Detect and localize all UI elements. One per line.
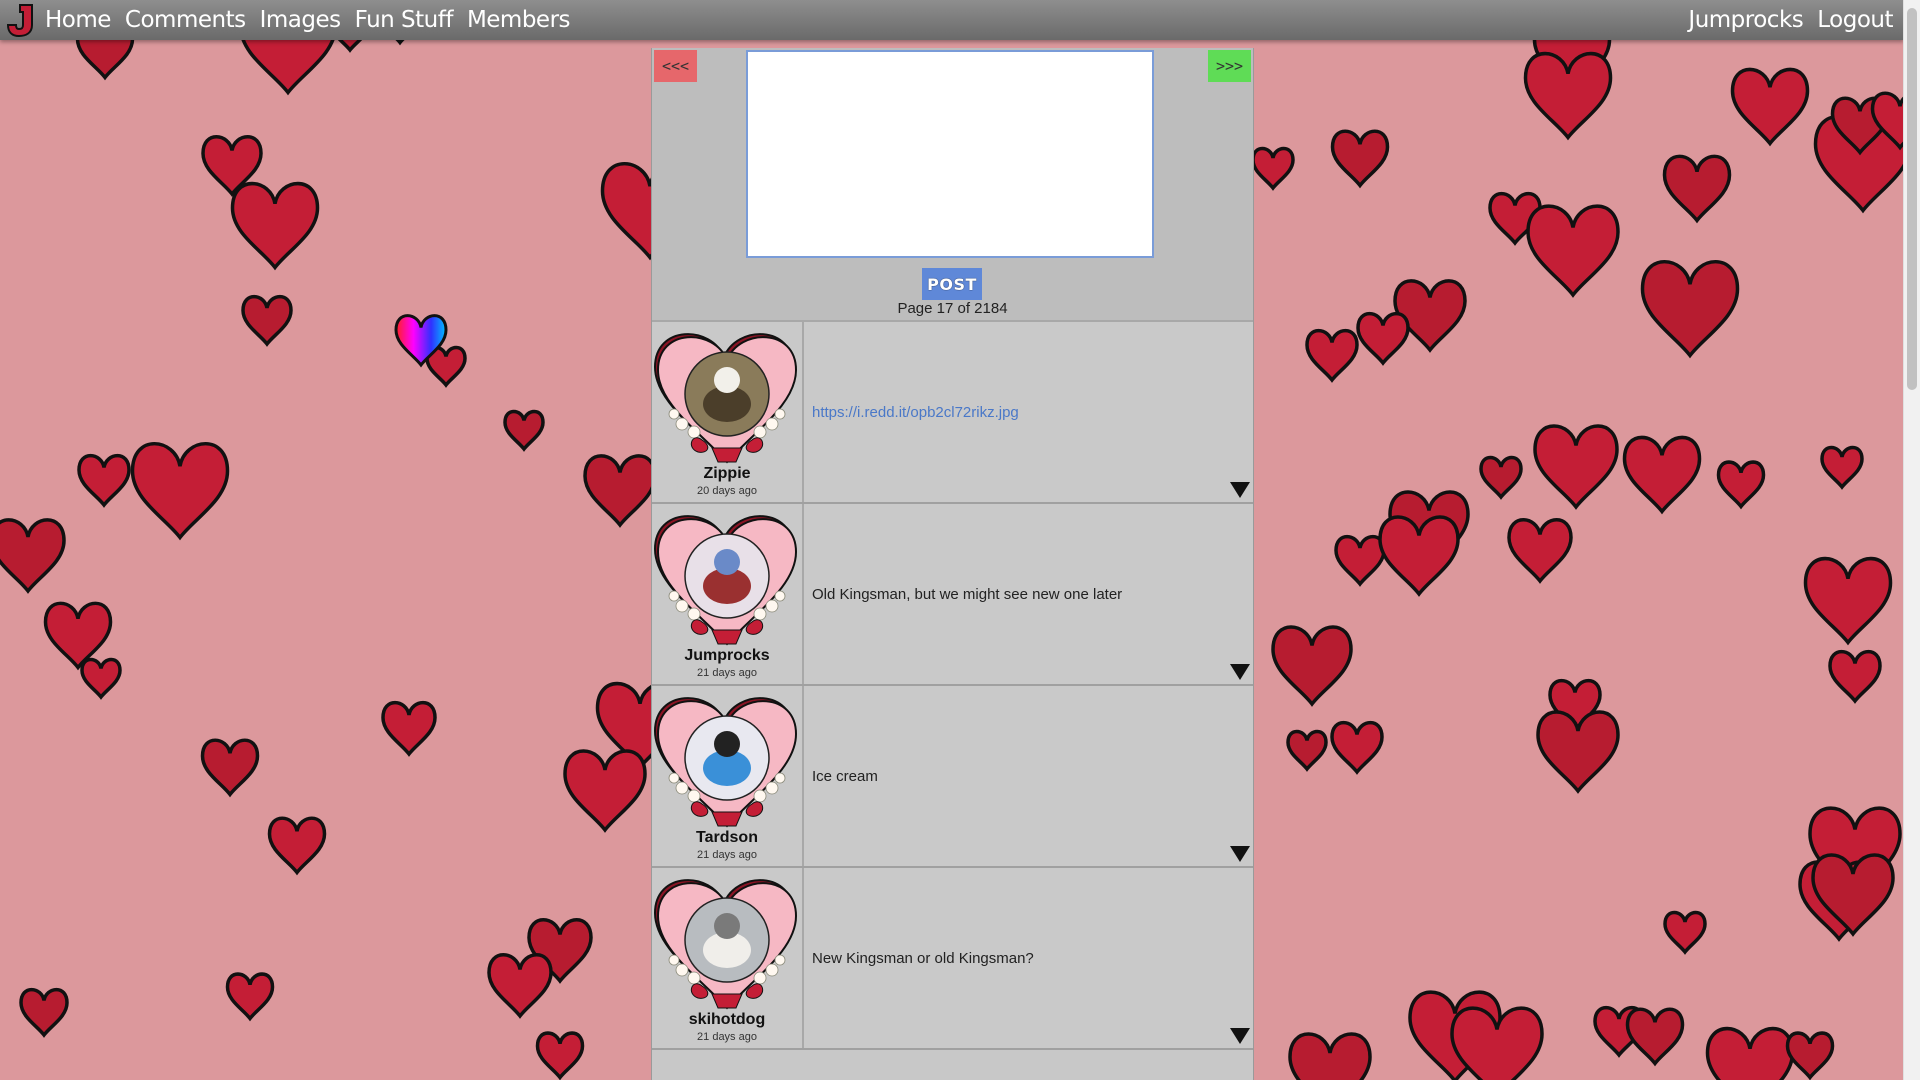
background-heart: [1643, 262, 1738, 356]
comment-composer: <<< >>> POST Page 17 of 2184: [652, 48, 1253, 322]
background-heart: [383, 703, 435, 754]
background-heart: [243, 297, 291, 344]
background-heart: [1708, 1029, 1793, 1080]
expand-arrow-icon[interactable]: [1230, 1028, 1250, 1044]
comment-author-cell: Tardson 21 days ago: [652, 686, 804, 866]
background-heart: [228, 974, 273, 1018]
background-heart: [1625, 437, 1700, 511]
background-heart: [1830, 652, 1880, 701]
comment-body: https://i.redd.it/opb2cl72rikz.jpg: [804, 322, 1253, 502]
background-heart: [1358, 314, 1408, 363]
comment-author-cell: Zippie 20 days ago: [652, 322, 804, 502]
heart-avatar-frame[interactable]: [652, 874, 802, 1014]
j-logo-icon: [6, 4, 33, 37]
background-heart: [1665, 913, 1705, 953]
background-heart: [1822, 448, 1862, 488]
background-heart: [505, 411, 543, 449]
comment-row: Zippie 20 days ago https://i.redd.it/opb2c…: [652, 322, 1253, 504]
background-heart: [1273, 627, 1351, 704]
comment-text: Ice cream: [812, 767, 878, 785]
nav-images[interactable]: Images: [253, 7, 348, 33]
page-indicator: Page 17 of 2184: [897, 300, 1008, 317]
comment-body: Old Kingsman, but we might see new one l…: [804, 504, 1253, 684]
background-heart: [0, 520, 64, 591]
background-heart: [1535, 426, 1617, 507]
comment-row: Jumprocks 21 days ago Old Kingsman, but we…: [652, 504, 1253, 686]
comment-timestamp: 21 days ago: [697, 849, 757, 861]
background-heart: [1288, 731, 1326, 769]
user-nav: Jumprocks Logout: [1681, 7, 1900, 33]
heart-avatar-frame[interactable]: [652, 328, 802, 468]
background-heart: [79, 456, 129, 505]
site-logo[interactable]: [4, 0, 38, 40]
background-heart: [585, 456, 655, 525]
background-heart: [1290, 1034, 1370, 1080]
comment-text: New Kingsman or old Kingsman?: [812, 949, 1034, 967]
background-heart: [1528, 206, 1618, 295]
comment-author-name[interactable]: Zippie: [652, 465, 802, 483]
nav-comments[interactable]: Comments: [118, 7, 253, 33]
background-heart: [1733, 69, 1808, 143]
background-heart: [233, 184, 318, 268]
comment-body: Ice cream: [804, 686, 1253, 866]
background-heart: [1628, 1009, 1683, 1063]
comment-link[interactable]: https://i.redd.it/opb2cl72rikz.jpg: [812, 404, 1019, 421]
expand-arrow-icon[interactable]: [1230, 846, 1250, 862]
background-heart: [1336, 537, 1384, 584]
background-heart: [1719, 462, 1764, 506]
comment-body: New Kingsman or old Kingsman?: [804, 868, 1253, 1048]
background-heart: [203, 740, 258, 794]
comments-column: <<< >>> POST Page 17 of 2184 Zippie 20 d…: [651, 48, 1254, 1080]
comment-timestamp: 20 days ago: [697, 485, 757, 497]
expand-arrow-icon[interactable]: [1230, 664, 1250, 680]
background-heart: [1333, 131, 1388, 185]
comment-author-name[interactable]: skihotdog: [652, 1011, 802, 1029]
background-heart: [270, 818, 325, 872]
comment-timestamp: 21 days ago: [697, 667, 757, 679]
comment-input[interactable]: [746, 50, 1154, 258]
nav-logout[interactable]: Logout: [1810, 7, 1900, 33]
comment-row: Tardson 21 days ago Ice cream: [652, 686, 1253, 868]
nav-home[interactable]: Home: [38, 7, 118, 33]
heart-avatar-frame[interactable]: [652, 510, 802, 650]
post-button[interactable]: POST: [922, 268, 982, 300]
background-heart: [565, 751, 645, 830]
comment-text: Old Kingsman, but we might see new one l…: [812, 585, 1123, 603]
background-heart: [82, 659, 120, 697]
background-heart: [1509, 520, 1571, 581]
background-heart: [46, 603, 111, 667]
background-heart: [1481, 458, 1521, 498]
comment-author-name[interactable]: Tardson: [652, 829, 802, 847]
nav-fun-stuff[interactable]: Fun Stuff: [348, 7, 460, 33]
background-heart: [1332, 723, 1382, 772]
previous-page-button[interactable]: <<<: [654, 50, 697, 82]
next-page-button[interactable]: >>>: [1208, 50, 1251, 82]
primary-nav: Home Comments Images Fun Stuff Members: [38, 7, 577, 33]
background-heart: [133, 444, 228, 538]
background-heart: [1806, 559, 1891, 643]
heart-avatar-frame[interactable]: [652, 692, 802, 832]
comment-author-cell: Jumprocks 21 days ago: [652, 504, 804, 684]
background-heart: [538, 1033, 583, 1077]
background-heart: [1665, 156, 1730, 220]
background-heart: [1788, 1033, 1833, 1077]
background-heart: [489, 955, 551, 1016]
scrollbar-thumb[interactable]: [1907, 8, 1917, 390]
background-heart: [1253, 149, 1293, 189]
page-scrollbar[interactable]: [1903, 0, 1920, 1080]
background-heart: [1307, 331, 1357, 380]
comment-timestamp: 21 days ago: [697, 1031, 757, 1043]
comment-author-cell: skihotdog 21 days ago: [652, 868, 804, 1048]
background-heart: [21, 990, 67, 1035]
nav-members[interactable]: Members: [460, 7, 577, 33]
nav-user-profile[interactable]: Jumprocks: [1681, 7, 1810, 33]
comment-list: Zippie 20 days ago https://i.redd.it/opb2c…: [652, 322, 1253, 1050]
comment-row: skihotdog 21 days ago New Kingsman or old …: [652, 868, 1253, 1050]
expand-arrow-icon[interactable]: [1230, 482, 1250, 498]
top-navigation-bar: Home Comments Images Fun Stuff Members J…: [0, 0, 1904, 40]
comment-author-name[interactable]: Jumprocks: [652, 647, 802, 665]
